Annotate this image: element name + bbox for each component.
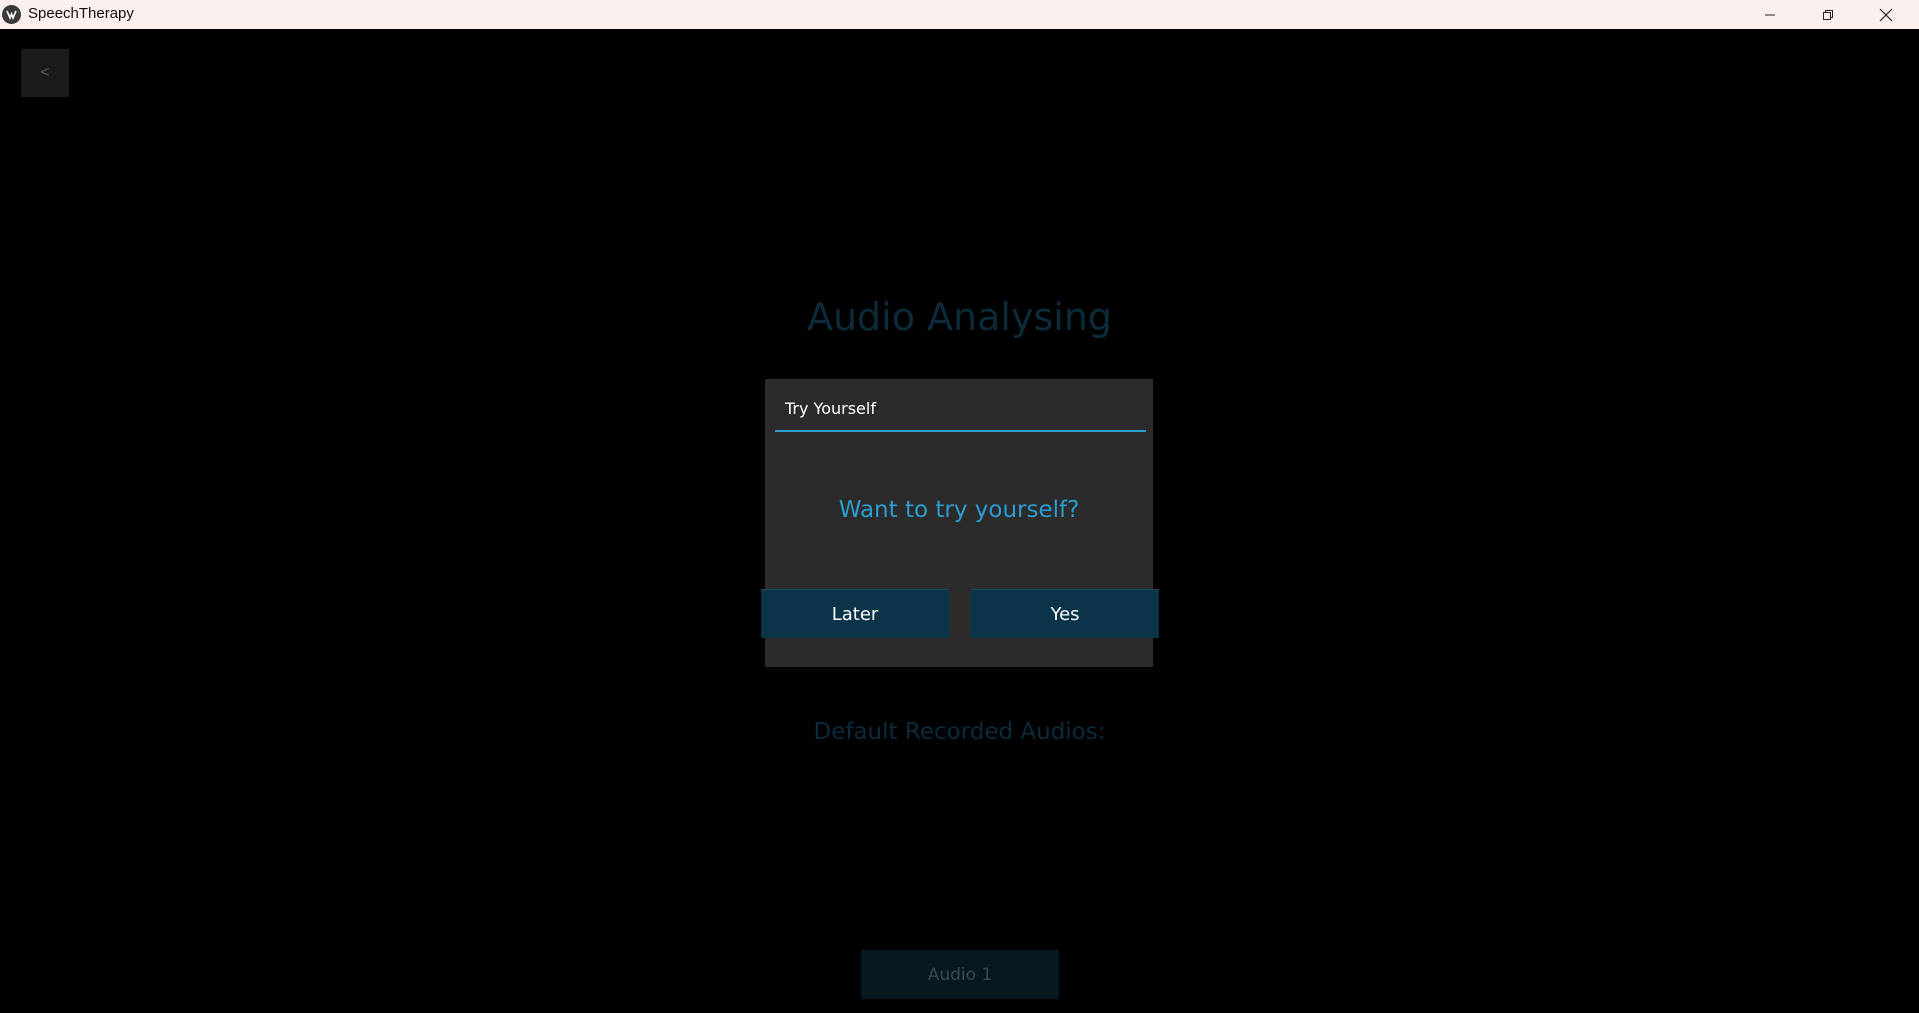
- window-title: SpeechTherapy: [28, 5, 134, 22]
- app-logo-icon: [2, 5, 21, 24]
- yes-button[interactable]: Yes: [971, 589, 1159, 638]
- section-label: Default Recorded Audios:: [813, 719, 1106, 745]
- audio-1-button[interactable]: Audio 1: [861, 950, 1059, 999]
- minimize-icon: [1765, 14, 1775, 15]
- window-titlebar: SpeechTherapy: [0, 0, 1919, 29]
- dialog-message: Want to try yourself?: [838, 497, 1080, 523]
- dialog-title: Try Yourself: [785, 399, 876, 418]
- close-icon: [1879, 8, 1893, 21]
- minimize-button[interactable]: [1741, 0, 1799, 29]
- page-title: Audio Analysing: [806, 295, 1113, 339]
- later-button[interactable]: Later: [761, 589, 949, 638]
- dialog-title-separator: [775, 430, 1146, 432]
- restore-icon: [1823, 9, 1833, 20]
- restore-button[interactable]: [1799, 0, 1857, 29]
- close-button[interactable]: [1857, 0, 1915, 29]
- back-button[interactable]: <: [21, 49, 69, 97]
